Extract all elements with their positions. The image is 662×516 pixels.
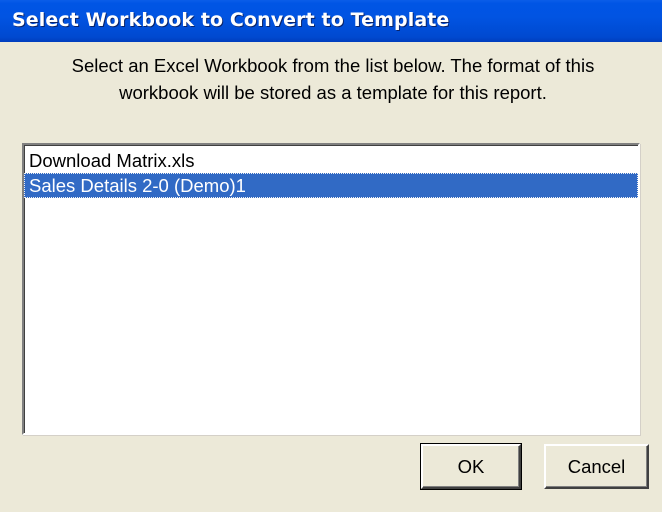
title-bar[interactable]: Select Workbook to Convert to Template — [0, 0, 662, 42]
list-item-download-matrix[interactable]: Download Matrix.xls — [24, 148, 638, 173]
instructions-text: Select an Excel Workbook from the list b… — [18, 52, 648, 106]
workbook-listbox[interactable]: Download Matrix.xls Sales Details 2-0 (D… — [22, 143, 640, 435]
window-bottom-edge — [0, 512, 662, 516]
dialog-title: Select Workbook to Convert to Template — [12, 9, 450, 31]
cancel-button[interactable]: Cancel — [544, 444, 649, 489]
instructions-line-2: workbook will be stored as a template fo… — [119, 82, 547, 103]
ok-button[interactable]: OK — [420, 443, 522, 490]
instructions-line-1: Select an Excel Workbook from the list b… — [71, 55, 595, 76]
list-item-sales-details[interactable]: Sales Details 2-0 (Demo)1 — [24, 173, 638, 198]
select-workbook-dialog: Select Workbook to Convert to Template S… — [0, 0, 662, 516]
